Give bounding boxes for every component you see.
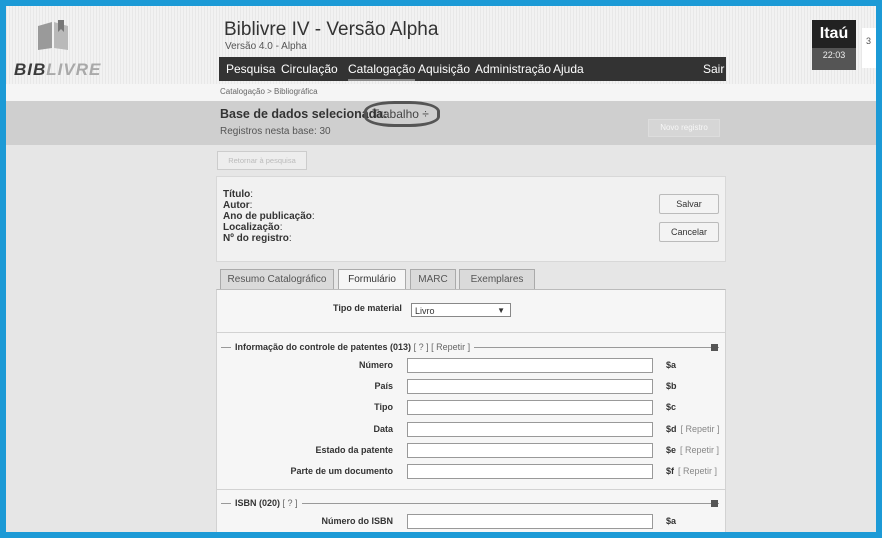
field-code-c: $c	[666, 402, 676, 412]
menu-catalogacao[interactable]: Catalogação	[348, 57, 416, 81]
field-code-b: $b	[666, 381, 677, 391]
field-repeat-link[interactable]: [ Repetir ]	[678, 466, 717, 476]
bank-widget: Itaú 22:03	[812, 20, 856, 70]
back-to-search-button[interactable]: Retornar à pesquisa	[217, 151, 307, 170]
record-info-panel: Título: Autor: Ano de publicação: Locali…	[216, 176, 726, 262]
logo: BIBLIVRE	[14, 16, 114, 79]
logo-text-bib: BIB	[14, 60, 47, 79]
fieldset-013-repeat[interactable]: [ Repetir ]	[431, 342, 470, 352]
logo-text: BIBLIVRE	[14, 60, 101, 80]
field-label-data: Data	[373, 424, 393, 434]
field-repeat-link[interactable]: [ Repetir ]	[681, 424, 720, 434]
field-label-parte: Parte de um documento	[290, 466, 393, 476]
field-label-isbn: Número do ISBN	[321, 516, 393, 526]
field-code-f: $f[ Repetir ]	[666, 466, 717, 476]
subfield-code: $e	[666, 445, 677, 455]
field-label-numero: Número	[358, 360, 393, 370]
info-label: Nº do registro	[223, 233, 289, 244]
info-label: Autor	[223, 200, 250, 211]
record-count: Registros nesta base: 30	[220, 126, 331, 137]
field-label-estado: Estado da patente	[315, 445, 393, 455]
breadcrumb-bar: Catalogação > Bibliográfica	[6, 84, 876, 101]
field-input-pais[interactable]	[407, 379, 653, 394]
menu-sair[interactable]: Sair	[703, 57, 724, 81]
cancel-button[interactable]: Cancelar	[659, 222, 719, 242]
info-ano: Ano de publicação:	[223, 211, 315, 222]
field-input-isbn[interactable]	[407, 514, 653, 529]
app-frame: BIBLIVRE Biblivre IV - Versão Alpha Vers…	[6, 6, 876, 532]
info-autor: Autor:	[223, 200, 252, 211]
menu-pesquisa[interactable]: Pesquisa	[226, 57, 275, 81]
edge-text: 3	[866, 36, 872, 46]
form-area: Tipo de material Livro ▼ Informação do co…	[216, 289, 726, 532]
logo-book-icon	[38, 20, 68, 50]
breadcrumb: Catalogação > Bibliográfica	[220, 87, 318, 96]
fieldset-013-title: Informação do controle de patentes (013)	[235, 342, 412, 352]
database-label: Base de dados selecionada:	[220, 107, 388, 121]
material-value: Livro	[415, 306, 435, 316]
divider	[217, 489, 725, 490]
field-code-d: $d [ Repetir ]	[666, 424, 720, 434]
subfield-code: $d	[666, 424, 677, 434]
tab-marc[interactable]: MARC	[410, 269, 456, 289]
chevron-down-icon: ▼	[497, 306, 505, 315]
edge-widget: 3	[862, 28, 876, 68]
new-record-button[interactable]: Novo registro	[648, 119, 720, 137]
database-select[interactable]: Trabalho ÷	[372, 107, 429, 121]
header: BIBLIVRE Biblivre IV - Versão Alpha Vers…	[6, 6, 876, 84]
material-row: Tipo de material Livro ▼	[217, 290, 725, 333]
tab-exemplares[interactable]: Exemplares	[459, 269, 535, 289]
info-value: :	[311, 211, 315, 222]
fieldset-020-help[interactable]: [ ? ]	[283, 498, 298, 508]
subfield-code: $a	[666, 516, 677, 526]
info-value: :	[279, 222, 283, 233]
collapse-handle-icon[interactable]	[711, 500, 718, 507]
fieldset-020-title: ISBN (020)	[235, 498, 281, 508]
field-code-e: $e[ Repetir ]	[666, 445, 719, 455]
collapse-handle-icon[interactable]	[711, 344, 718, 351]
database-bar: Base de dados selecionada: Trabalho ÷ Re…	[6, 101, 876, 145]
fieldset-020-legend: ISBN (020) [ ? ]	[231, 498, 302, 508]
subfield-code: $a	[666, 360, 677, 370]
fieldset-013-help[interactable]: [ ? ]	[414, 342, 429, 352]
field-input-parte[interactable]	[407, 464, 653, 479]
field-input-tipo[interactable]	[407, 400, 653, 415]
info-label: Localização	[223, 222, 280, 233]
menu-circulacao[interactable]: Circulação	[281, 57, 338, 81]
logo-text-livre: LIVRE	[46, 60, 102, 79]
info-label: Ano de publicação	[223, 211, 312, 222]
menu-ajuda[interactable]: Ajuda	[553, 57, 584, 81]
info-titulo: Título:	[223, 189, 253, 200]
menu-administracao[interactable]: Administração	[475, 57, 551, 81]
bank-logo: Itaú	[812, 20, 856, 48]
info-value: :	[249, 200, 253, 211]
info-value: :	[288, 233, 292, 244]
fieldset-013-legend: Informação do controle de patentes (013)…	[231, 342, 475, 352]
subfield-code: $f	[666, 466, 675, 476]
info-localizacao: Localização:	[223, 222, 282, 233]
field-repeat-link[interactable]: [ Repetir ]	[680, 445, 719, 455]
material-label: Tipo de material	[333, 303, 402, 313]
field-label-tipo: Tipo	[374, 402, 393, 412]
info-registro: Nº do registro:	[223, 233, 292, 244]
save-button[interactable]: Salvar	[659, 194, 719, 214]
clock-time: 22:03	[822, 50, 846, 60]
field-input-numero[interactable]	[407, 358, 653, 373]
menu-aquisicao[interactable]: Aquisição	[418, 57, 470, 81]
app-version: Versão 4.0 - Alpha	[225, 41, 307, 52]
info-value: :	[250, 189, 253, 200]
subfield-code: $c	[666, 402, 677, 412]
field-code-a: $a	[666, 360, 676, 370]
tab-resumo[interactable]: Resumo Catalográfico	[220, 269, 334, 289]
tab-formulario[interactable]: Formulário	[338, 269, 406, 290]
field-label-pais: País	[374, 381, 393, 391]
app-title: Biblivre IV - Versão Alpha	[224, 19, 439, 40]
material-select[interactable]: Livro ▼	[411, 303, 511, 317]
field-input-data[interactable]	[407, 422, 653, 437]
subfield-code: $b	[666, 381, 677, 391]
info-label: Título	[223, 189, 251, 200]
field-code-isbn-a: $a	[666, 516, 676, 526]
field-input-estado[interactable]	[407, 443, 653, 458]
main-menu: Pesquisa Circulação Catalogação Aquisiçã…	[219, 57, 726, 81]
